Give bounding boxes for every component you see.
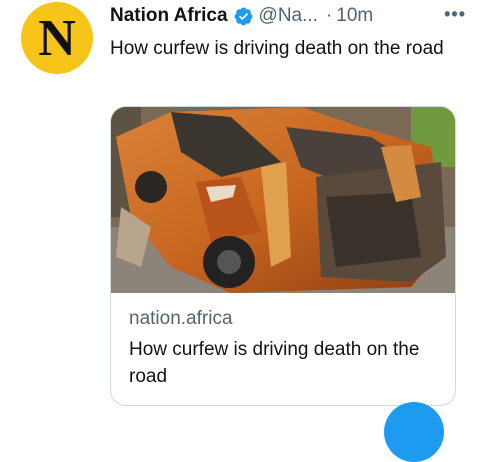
more-options-icon[interactable]: •••: [444, 4, 466, 25]
card-domain: nation.africa: [129, 308, 233, 329]
tweet-timestamp[interactable]: 10m: [336, 5, 373, 27]
verified-badge-icon: [234, 7, 253, 25]
link-card[interactable]: nation.africa How curfew is driving deat…: [110, 106, 456, 406]
header-separator: ·: [325, 5, 333, 26]
tweet-text: How curfew is driving death on the road: [110, 38, 444, 59]
author-handle[interactable]: @Na...: [259, 5, 318, 27]
avatar-letter: N: [38, 10, 76, 67]
card-title: How curfew is driving death on the road: [129, 339, 420, 387]
avatar[interactable]: N: [21, 2, 93, 74]
tweet-header: Nation Africa @Na... · 10m: [110, 3, 466, 29]
card-image: [111, 107, 455, 293]
author-name[interactable]: Nation Africa: [110, 5, 228, 27]
compose-button[interactable]: [384, 402, 444, 462]
